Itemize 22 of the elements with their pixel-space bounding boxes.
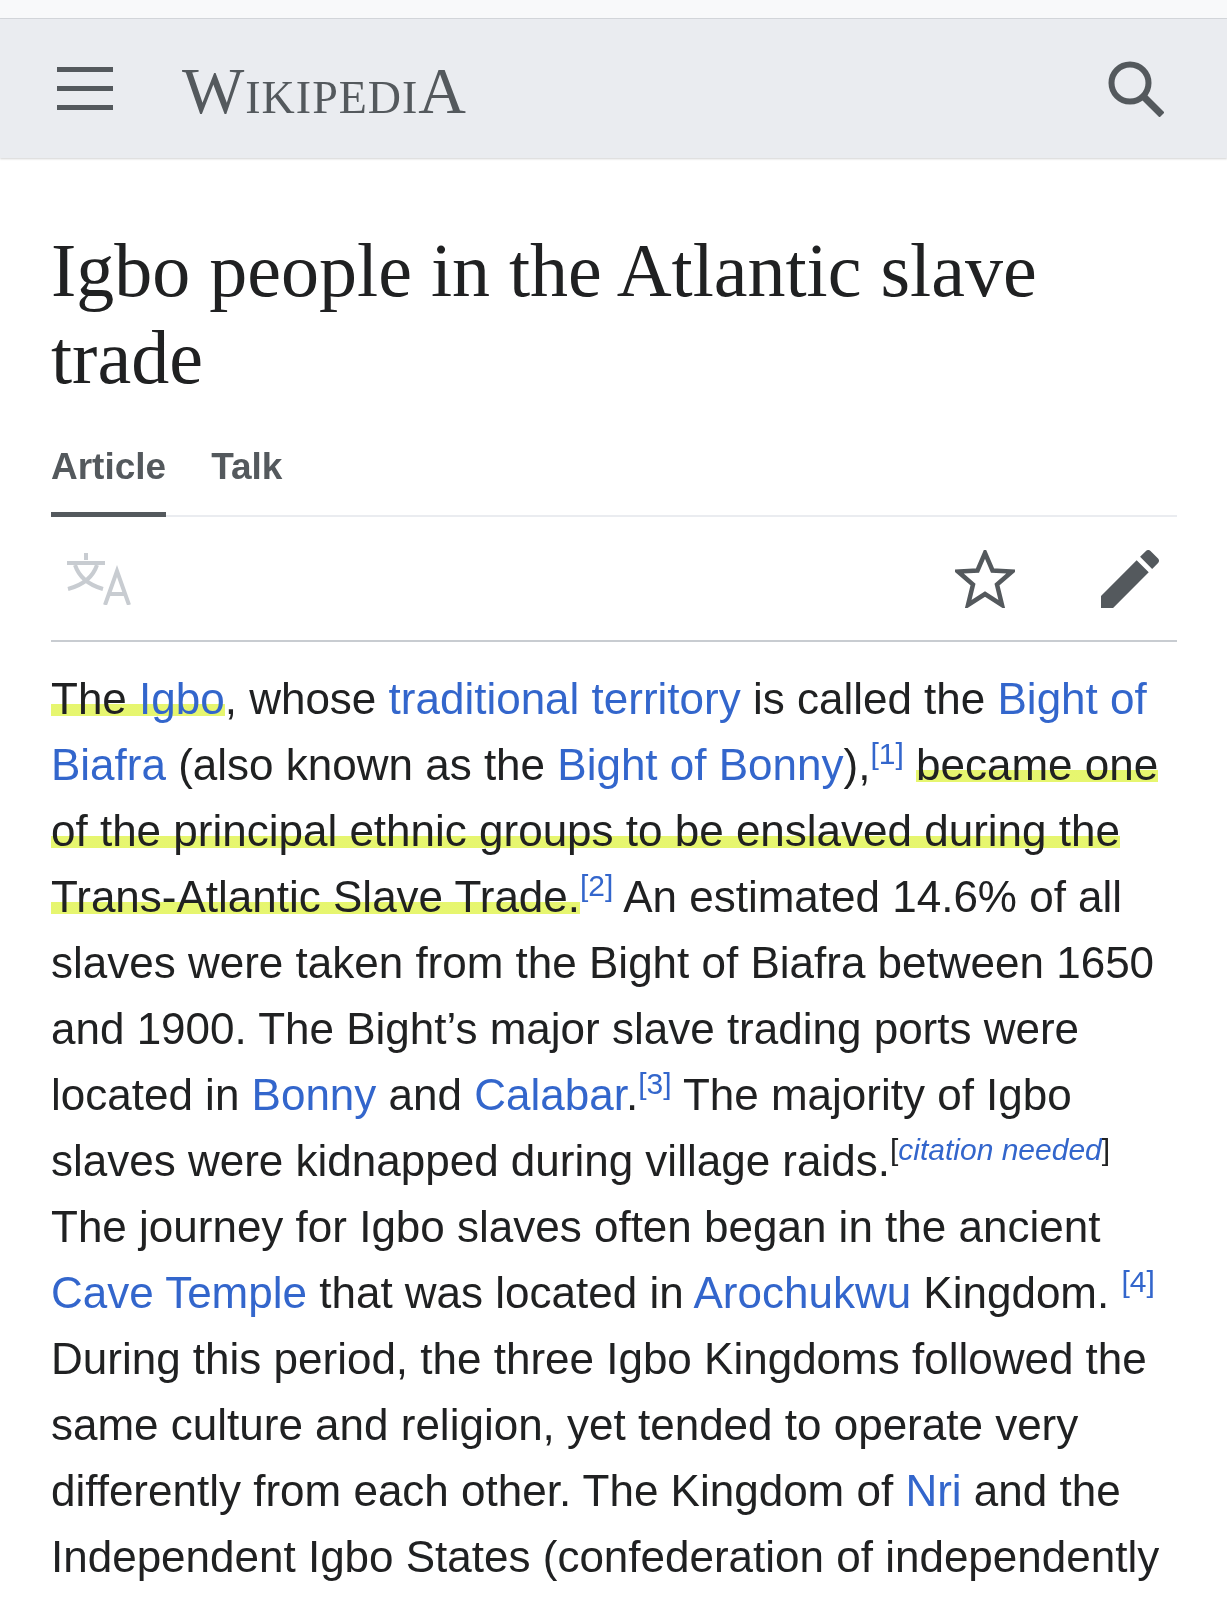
wikipedia-wordmark[interactable]: WikipediA [182, 53, 468, 124]
reference-link[interactable]: [3] [638, 1066, 672, 1100]
reference-link[interactable]: [1] [870, 736, 904, 770]
text-link[interactable]: Arochukwu [693, 1268, 912, 1317]
pencil-icon[interactable] [1101, 549, 1159, 608]
text-link[interactable]: Biafra [51, 740, 166, 789]
reference-link[interactable]: [4] [1121, 1264, 1155, 1298]
tab[interactable]: Article [51, 446, 167, 517]
menu-icon[interactable] [57, 67, 113, 110]
tab[interactable]: Talk [211, 446, 283, 517]
text-link[interactable]: Bonny [251, 1070, 377, 1119]
text-link[interactable]: traditional territory [388, 674, 741, 723]
text-link[interactable]: Bight of [997, 674, 1147, 723]
citation-needed-link[interactable]: [citation needed] [889, 1132, 1111, 1166]
text-link[interactable]: Calabar [474, 1070, 626, 1119]
reference-link[interactable]: [2] [580, 868, 614, 902]
text-link[interactable]: Cave Temple [51, 1268, 307, 1317]
search-icon[interactable] [1108, 60, 1164, 117]
page-title: Igbo people in the Atlantic slave trade [51, 227, 1038, 401]
star-icon[interactable] [955, 549, 1015, 608]
text-link[interactable]: Bight of Bonny [557, 740, 844, 789]
text-link[interactable]: Nri [905, 1466, 962, 1515]
